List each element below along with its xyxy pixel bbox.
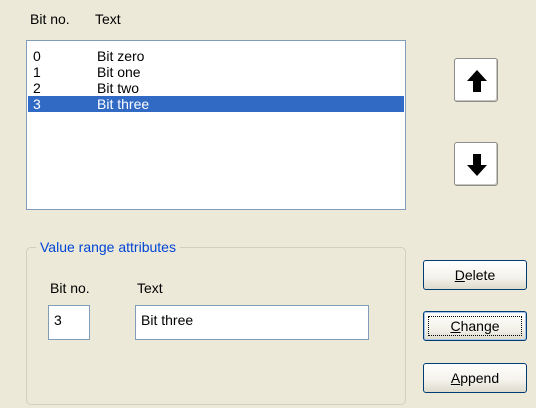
delete-button-label: elete	[464, 267, 496, 283]
column-header-bit-no[interactable]: Bit no.	[30, 10, 70, 28]
bit-list[interactable]: 0 Bit zero 1 Bit one 2 Bit two 3 Bit thr…	[26, 40, 406, 210]
change-button[interactable]: Change	[423, 311, 527, 341]
change-button-mnemonic: C	[450, 318, 461, 334]
list-item[interactable]: 1 Bit one	[28, 64, 404, 80]
value-range-group-title: Value range attributes	[36, 238, 180, 256]
arrow-up-icon	[467, 70, 487, 92]
delete-button-mnemonic: D	[454, 267, 465, 283]
list-item[interactable]: 0 Bit zero	[28, 48, 404, 64]
list-item-bit-no: 1	[33, 64, 41, 80]
list-item-text: Bit three	[97, 96, 150, 112]
text-input[interactable]: Bit three	[135, 305, 369, 340]
arrow-down-icon	[467, 154, 487, 176]
append-button[interactable]: Append	[423, 363, 527, 393]
list-item-bit-no: 3	[33, 96, 41, 112]
bit-no-input[interactable]: 3	[48, 305, 90, 340]
list-item-text: Bit one	[97, 64, 141, 80]
text-label: Text	[137, 280, 163, 296]
list-item-selected[interactable]: 3 Bit three	[28, 96, 404, 112]
change-button-label: hange	[460, 318, 500, 334]
list-item-bit-no: 2	[33, 80, 41, 96]
list-item-bit-no: 0	[33, 48, 41, 64]
list-item-text: Bit two	[97, 80, 140, 96]
bit-no-label: Bit no.	[50, 280, 90, 296]
column-header-text[interactable]: Text	[95, 10, 121, 28]
move-down-button[interactable]	[454, 142, 498, 186]
delete-button[interactable]: Delete	[423, 260, 527, 290]
list-item-text: Bit zero	[97, 48, 145, 64]
append-button-mnemonic: A	[450, 370, 461, 386]
append-button-label: ppend	[460, 370, 500, 386]
move-up-button[interactable]	[454, 58, 498, 102]
list-item[interactable]: 2 Bit two	[28, 80, 404, 96]
